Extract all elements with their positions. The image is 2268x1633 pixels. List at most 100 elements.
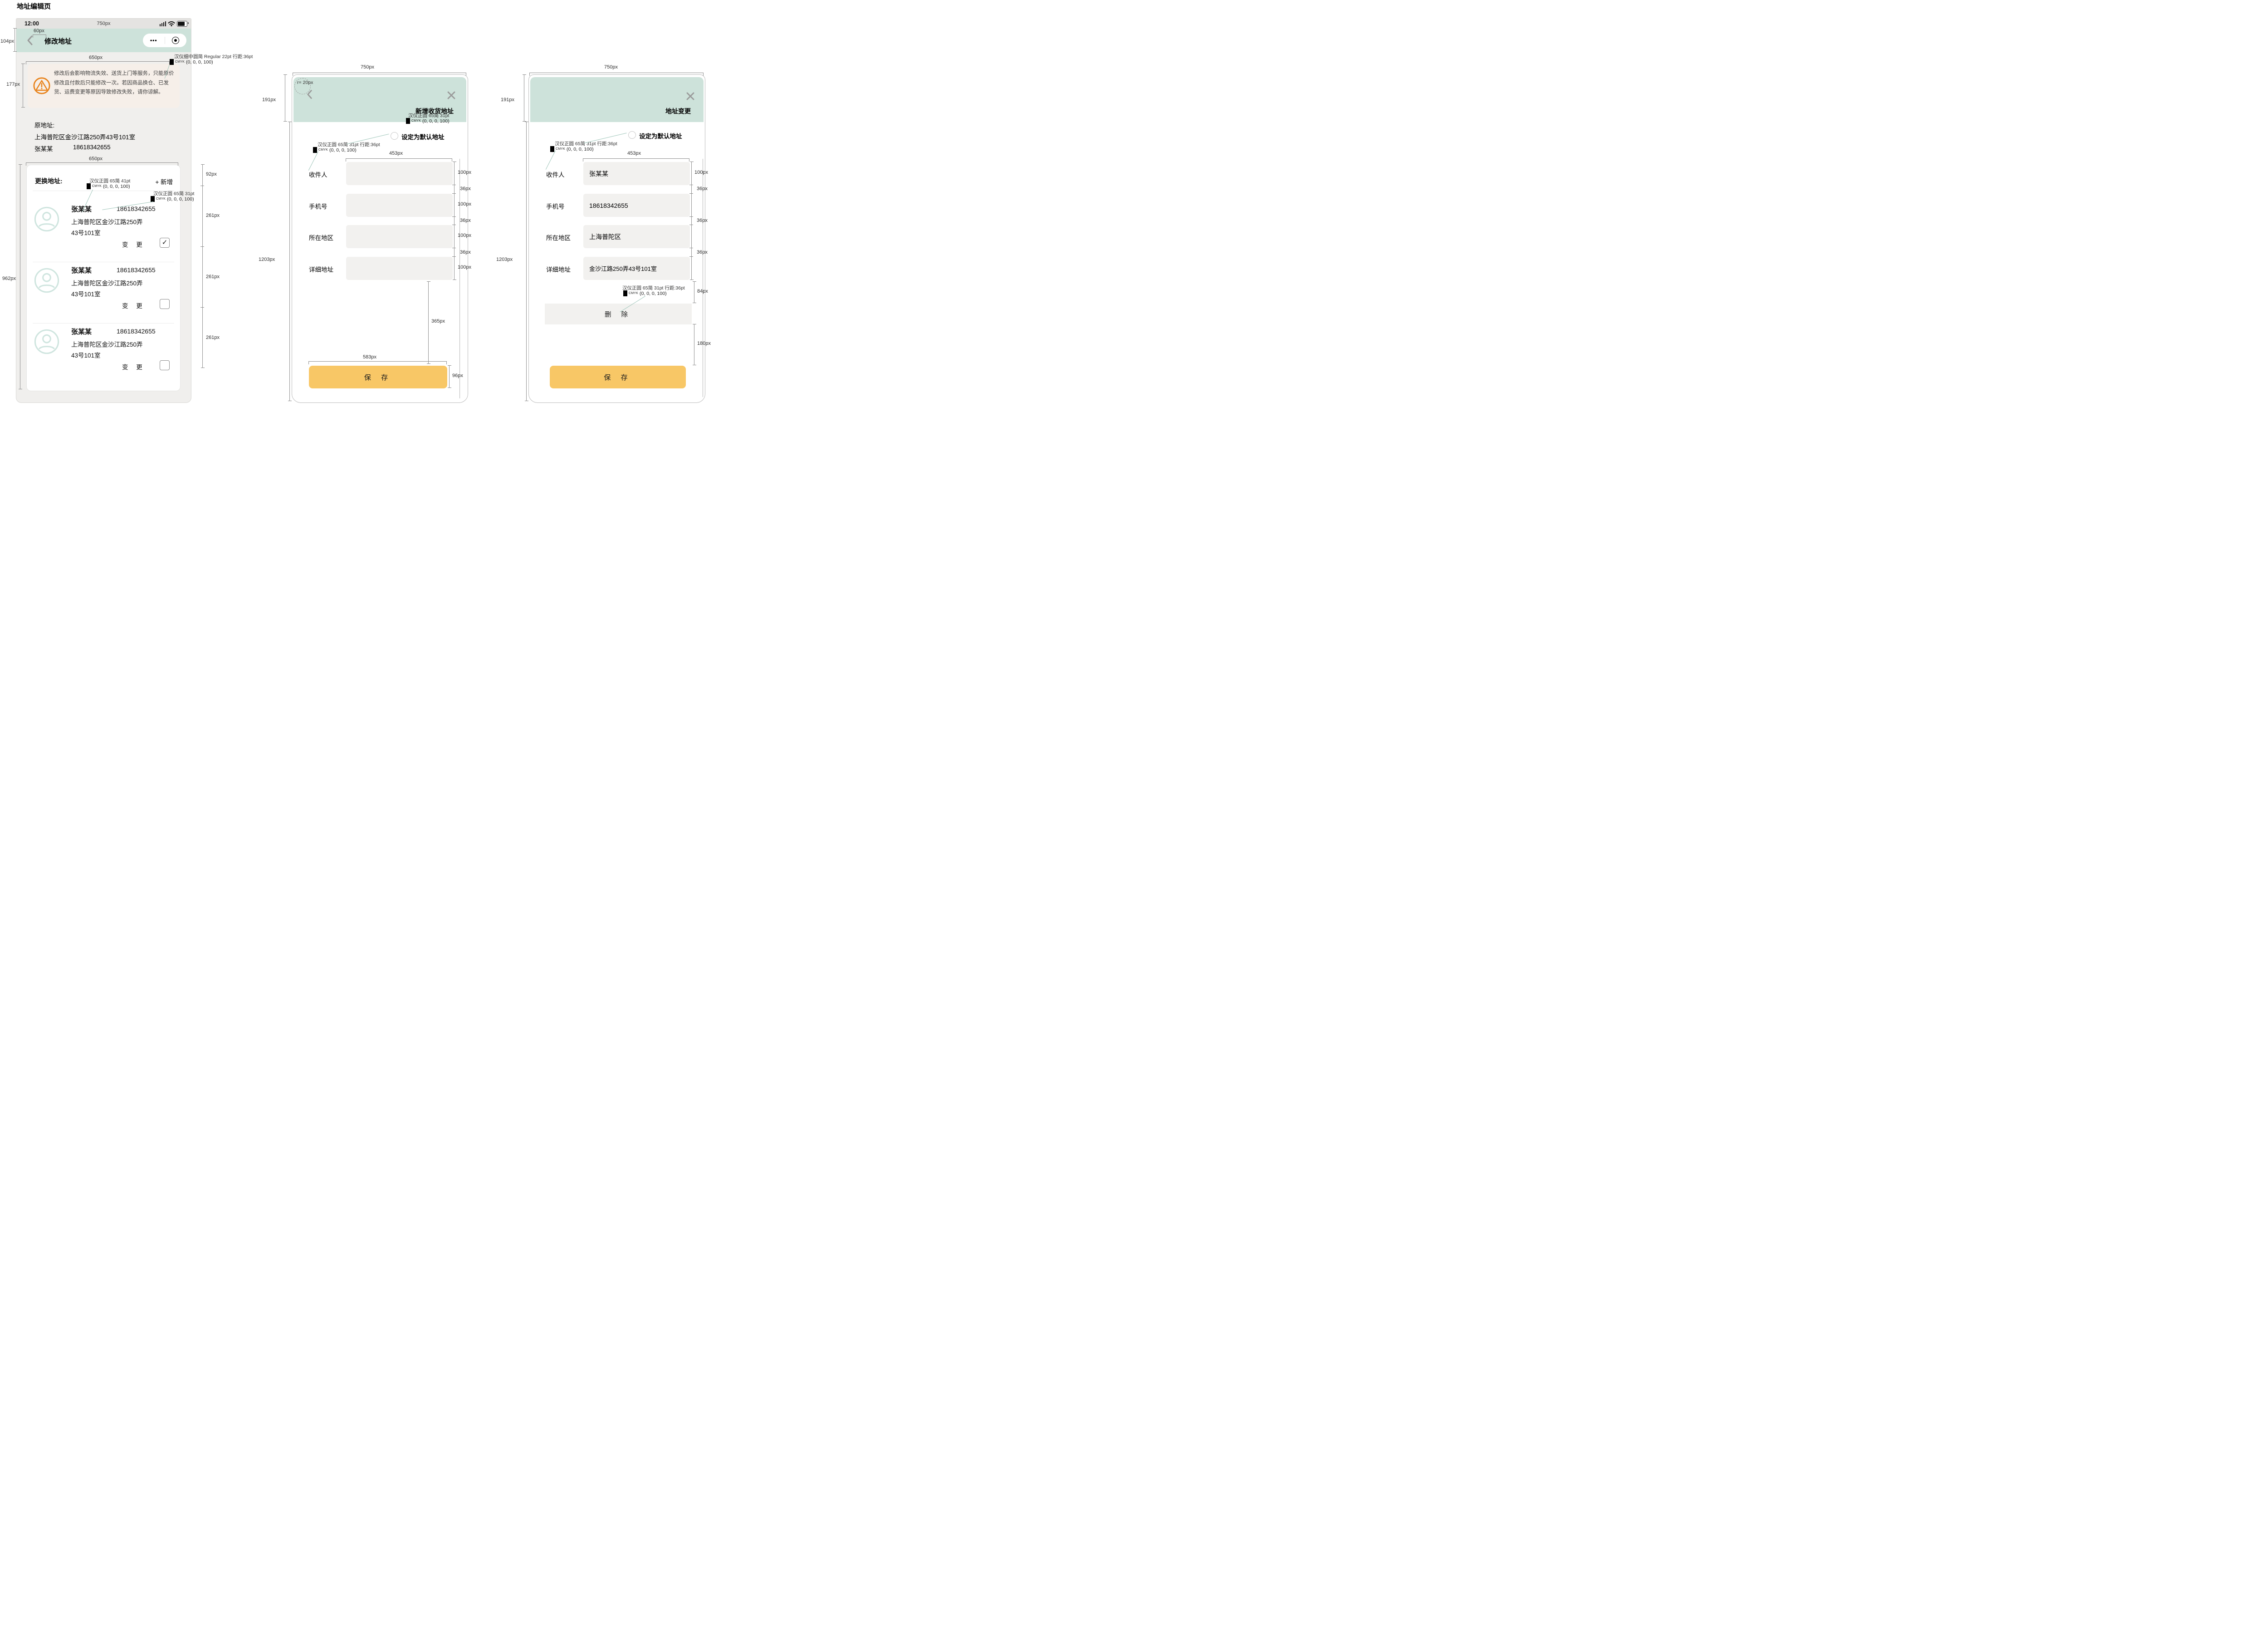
field-label-region: 所在地区	[546, 233, 571, 242]
measure-453px: 453px	[627, 151, 641, 156]
measure-650px: 650px	[89, 55, 103, 60]
measure-84px: 84px	[697, 289, 708, 294]
color-note: CMYK(0, 0, 0, 100)	[170, 59, 213, 65]
contact-name: 张某某	[71, 265, 92, 275]
guide-line	[459, 159, 460, 398]
measure-line	[346, 158, 452, 159]
measure-191px: 191px	[262, 97, 276, 103]
change-address-label: 更换地址:	[35, 177, 63, 186]
contact-name: 张某某	[71, 327, 92, 336]
address-list-item[interactable]: 张某某 18618342655 上海普陀区金沙江路250弄 43号101室 变 …	[27, 262, 180, 323]
swatch-black	[87, 183, 91, 189]
color-note: CMYK(0, 0, 0, 100)	[87, 183, 130, 189]
measure-180px: 180px	[697, 341, 711, 346]
original-address-value: 上海普陀区金沙江路250弄43号101室	[34, 132, 135, 141]
measure-36px: 36px	[697, 218, 708, 223]
measure-100px: 100px	[458, 201, 471, 207]
measure-750px: 750px	[604, 64, 618, 70]
add-address-button[interactable]: + 新增	[155, 177, 173, 186]
address-list-item[interactable]: 张某某 18618342655 上海普陀区金沙江路250弄 43号101室 变 …	[27, 323, 180, 384]
design-spec-canvas: 地址编辑页 12:00 750px 修改地址	[0, 0, 711, 404]
change-action-label[interactable]: 变 更	[122, 362, 146, 371]
more-menu-icon[interactable]: •••	[143, 37, 165, 44]
warning-icon	[33, 77, 51, 95]
field-label-region: 所在地区	[309, 233, 333, 242]
measure-line	[202, 164, 203, 368]
swatch-black	[623, 290, 627, 296]
swatch-black	[406, 118, 410, 124]
address-line2: 43号101室	[71, 289, 101, 298]
status-bar: 12:00 750px	[16, 19, 191, 29]
measure-line	[26, 162, 178, 163]
measure-261px: 261px	[206, 274, 220, 280]
field-label-recipient: 收件人	[309, 170, 327, 179]
swatch-black	[170, 59, 174, 65]
address-line1: 上海普陀区金沙江路250弄	[71, 217, 143, 226]
avatar-icon	[34, 329, 60, 355]
measure-750px: 750px	[361, 64, 374, 70]
measure-1203px: 1203px	[259, 257, 275, 262]
measure-261px: 261px	[206, 335, 220, 340]
avatar-icon	[34, 206, 60, 232]
measure-104px: 104px	[0, 39, 14, 44]
phone-input[interactable]	[346, 194, 453, 217]
warning-text: 修改后会影响物流失效、送货上门等服务，只能原价修改且付款后只能修改一次。若因商品…	[54, 69, 175, 97]
default-address-radio[interactable]	[628, 131, 636, 139]
save-button[interactable]: 保 存	[550, 366, 686, 388]
measure-36px: 36px	[460, 250, 471, 255]
measure-100px: 100px	[458, 233, 471, 238]
close-circle-icon[interactable]	[165, 37, 187, 44]
measure-line	[526, 122, 527, 401]
save-button[interactable]: 保 存	[309, 366, 447, 388]
measure-583px: 583px	[363, 354, 376, 360]
field-label-detail: 详细地址	[546, 265, 571, 274]
contact-phone: 18618342655	[117, 266, 156, 274]
back-icon[interactable]	[306, 89, 313, 100]
measure-962px: 962px	[2, 276, 16, 281]
measure-100px: 100px	[458, 265, 471, 270]
change-action-label[interactable]: 变 更	[122, 240, 146, 249]
close-icon[interactable]	[447, 91, 456, 100]
avatar-icon	[34, 267, 60, 294]
measure-92px: 92px	[206, 172, 217, 177]
measure-261px: 261px	[206, 213, 220, 218]
measure-453px: 453px	[389, 151, 403, 156]
detail-address-input[interactable]	[583, 257, 690, 280]
measure-line	[691, 162, 692, 280]
phone-input[interactable]	[583, 194, 690, 217]
warning-banner: 修改后会影响物流失效、送货上门等服务，只能原价修改且付款后只能修改一次。若因商品…	[28, 64, 180, 108]
recipient-input[interactable]	[346, 162, 453, 185]
measure-line	[583, 158, 689, 159]
detail-address-input[interactable]	[346, 257, 453, 280]
measure-line	[454, 162, 455, 280]
page-title: 地址编辑页	[17, 1, 51, 11]
color-note: CMYK(0, 0, 0, 100)	[550, 146, 594, 152]
select-checkbox[interactable]: ✓	[160, 238, 170, 248]
address-line1: 上海普陀区金沙江路250弄	[71, 339, 143, 348]
address-line2: 43号101室	[71, 228, 101, 237]
recipient-input[interactable]	[583, 162, 690, 185]
address-line2: 43号101室	[71, 350, 101, 359]
measure-177px: 177px	[6, 82, 20, 87]
screen-body: 修改后会影响物流失效、送货上门等服务，只能原价修改且付款后只能修改一次。若因商品…	[16, 52, 191, 402]
default-address-label: 设定为默认地址	[639, 131, 682, 140]
measure-36px: 36px	[697, 186, 708, 191]
contact-name: 张某某	[71, 204, 92, 214]
modal-title: 地址变更	[665, 107, 691, 116]
swatch-black	[550, 146, 554, 152]
region-input[interactable]	[583, 225, 690, 248]
delete-button[interactable]: 删 除	[545, 304, 692, 324]
modal-header: 地址变更	[530, 77, 704, 122]
select-checkbox[interactable]	[160, 299, 170, 309]
close-icon[interactable]	[686, 92, 695, 101]
field-label-phone: 手机号	[546, 201, 565, 211]
swatch-black	[151, 196, 155, 202]
select-checkbox[interactable]	[160, 360, 170, 370]
change-action-label[interactable]: 变 更	[122, 301, 146, 310]
measure-36px: 36px	[460, 186, 471, 191]
original-contact-phone: 18618342655	[73, 144, 111, 151]
miniapp-capsule: •••	[143, 34, 186, 47]
default-address-radio[interactable]	[391, 132, 398, 140]
measure-line	[289, 122, 290, 401]
region-input[interactable]	[346, 225, 453, 248]
